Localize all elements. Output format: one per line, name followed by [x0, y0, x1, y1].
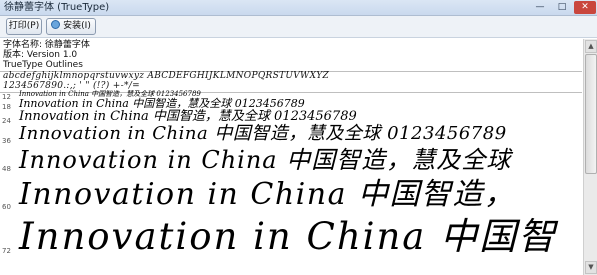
size-label: 24 — [2, 117, 11, 125]
charset-line-1: abcdefghijklmnopqrstuvwxyz ABCDEFGHIJKLM… — [3, 71, 330, 81]
install-button-label: 安装(I) — [63, 21, 91, 31]
scroll-up-icon[interactable]: ▲ — [585, 40, 597, 53]
install-button[interactable]: 安装(I) — [46, 18, 96, 35]
scroll-thumb[interactable] — [585, 54, 597, 174]
toolbar: 打印(P) 安装(I) — [0, 16, 597, 38]
sample-row: Innovation in China 中国智造，慧及全球 0123456789 — [19, 97, 305, 110]
vertical-scrollbar[interactable]: ▲ ▼ — [583, 39, 597, 275]
scroll-down-icon[interactable]: ▼ — [585, 261, 597, 274]
size-label: 60 — [2, 203, 11, 211]
font-version-line: 版本: Version 1.0 — [3, 50, 78, 60]
size-label: 18 — [2, 103, 11, 111]
size-label: 48 — [2, 165, 11, 173]
font-type-line: TrueType Outlines — [3, 60, 83, 70]
close-button[interactable]: ✕ — [574, 1, 596, 14]
maximize-button[interactable]: □ — [552, 1, 572, 14]
size-label: 72 — [2, 247, 11, 255]
size-label: 12 — [2, 93, 11, 101]
print-button-label: 打印(P) — [8, 21, 40, 31]
sample-row: Innovation in China 中国智 — [19, 215, 558, 258]
sample-row: Innovation in China 中国智造，慧及全球 — [19, 146, 512, 174]
sample-row: Innovation in China 中国智造， — [19, 177, 516, 212]
shield-icon — [51, 20, 61, 29]
size-label: 36 — [2, 137, 11, 145]
minimize-button[interactable]: — — [530, 1, 550, 14]
sample-row: Innovation in China 中国智造，慧及全球 0123456789 — [19, 109, 357, 124]
sample-row: Innovation in China 中国智造，慧及全球 0123456789 — [19, 123, 507, 144]
window-title: 徐静蕾字体 (TrueType) — [4, 2, 110, 13]
title-bar: 徐静蕾字体 (TrueType) — [0, 0, 597, 16]
print-button[interactable]: 打印(P) — [6, 18, 42, 35]
font-name-line: 字体名称: 徐静蕾字体 — [3, 40, 90, 50]
